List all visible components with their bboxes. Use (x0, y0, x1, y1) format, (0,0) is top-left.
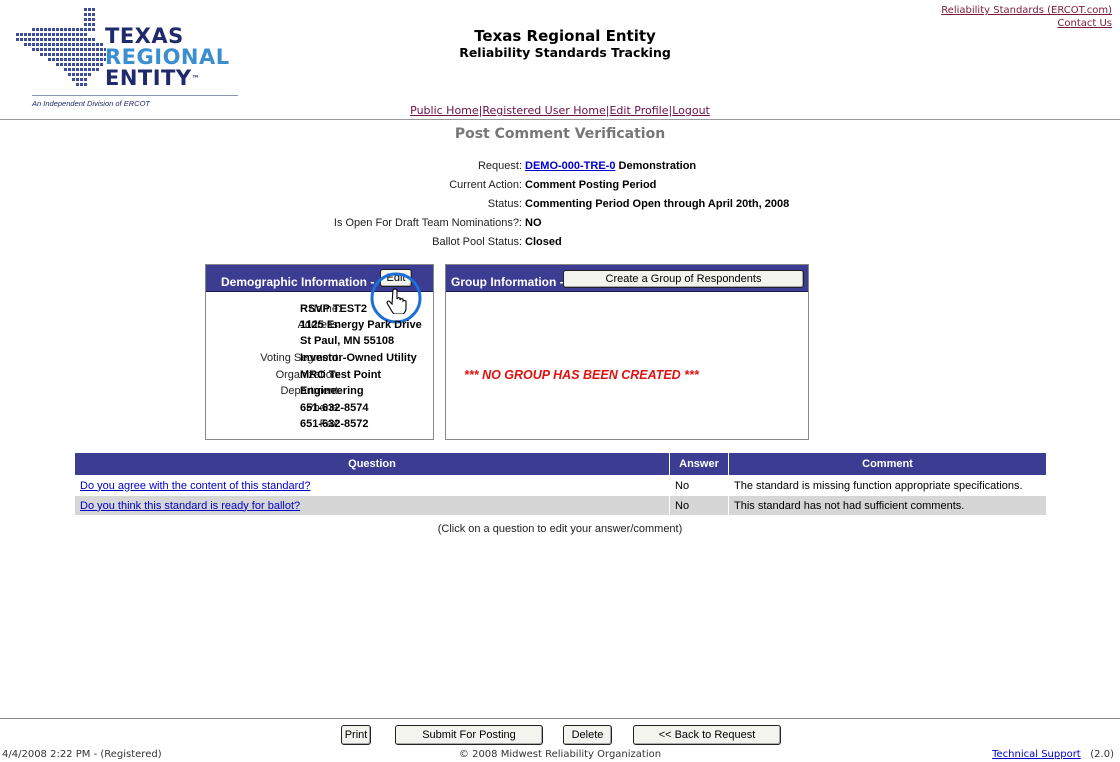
info-current-action: Current Action: Comment Posting Period (0, 178, 1120, 192)
question-cell: Do you agree with the content of this st… (74, 475, 670, 496)
footer-divider (0, 718, 1120, 719)
request-id-link[interactable]: DEMO-000-TRE-0 (525, 160, 615, 172)
logo-divider (32, 95, 238, 96)
logo-word-entity: ENTITY™ (105, 66, 201, 90)
table-hint: (Click on a question to edit your answer… (437, 523, 683, 535)
nav-edit-profile[interactable]: Edit Profile (609, 104, 668, 117)
info-value: NO (525, 217, 542, 229)
logo-word-texas: TEXAS (105, 24, 184, 48)
info-label: Is Open For Draft Team Nominations?: (333, 217, 522, 229)
demo-voting-segment: Voting Segment: Investor-Owned Utility (260, 352, 417, 364)
nav-logout[interactable]: Logout (672, 104, 710, 117)
question-link-2[interactable]: Do you think this standard is ready for … (80, 500, 300, 512)
nav-registered-user-home[interactable]: Registered User Home (482, 104, 605, 117)
demo-phone: Phone: 651-632-8574 (300, 402, 369, 414)
question-cell: Do you think this standard is ready for … (74, 495, 670, 516)
col-question: Question (74, 452, 670, 476)
col-answer: Answer (669, 452, 729, 476)
table-row: Do you think this standard is ready for … (74, 495, 1047, 516)
comment-cell: This standard has not had sufficient com… (728, 495, 1047, 516)
footer-copyright: © 2008 Midwest Reliability Organization (458, 749, 662, 760)
info-draft-team: Is Open For Draft Team Nominations?: NO (0, 216, 1120, 230)
demo-address-2: St Paul, MN 55108 (300, 335, 395, 347)
texas-re-logo: TEXAS REGIONAL ENTITY™ An Independent Di… (14, 6, 244, 114)
footer-right: Technical Support (2.0) (992, 749, 1114, 760)
group-title: Group Information - (451, 275, 564, 289)
header-divider (0, 119, 1120, 120)
demographic-panel: Demographic Information - Edit Name: RSVP… (205, 264, 434, 440)
info-label: Request: (477, 160, 522, 172)
back-to-request-button[interactable]: << Back to Request (633, 725, 781, 745)
info-request: Request: DEMO-000-TRE-0 Demonstration (0, 159, 1120, 173)
info-label: Status: (487, 198, 522, 210)
top-links: Reliability Standards (ERCOT.com) Contac… (941, 4, 1112, 30)
site-title: Texas Regional Entity Reliability Standa… (300, 28, 830, 61)
version-label: (2.0) (1090, 749, 1114, 760)
site-title-main: Texas Regional Entity (474, 27, 656, 45)
col-comment: Comment (728, 452, 1047, 476)
demo-name: Name: RSVP TEST2 (300, 303, 368, 315)
answer-cell: No (669, 495, 729, 516)
info-label: Ballot Pool Status: (432, 236, 522, 248)
table-row: Do you agree with the content of this st… (74, 475, 1047, 496)
demo-address: Address: 1125 Energy Park Drive (297, 319, 422, 331)
info-value: DEMO-000-TRE-0 Demonstration (525, 160, 697, 172)
comment-cell: The standard is missing function appropr… (728, 475, 1047, 496)
page-title: Post Comment Verification (454, 126, 666, 142)
technical-support-link[interactable]: Technical Support (992, 749, 1081, 760)
info-ballot-pool: Ballot Pool Status: Closed (0, 235, 1120, 249)
demo-organization: Organization: MRO Test Point (275, 369, 382, 381)
question-table: Question Answer Comment Do you agree wit… (74, 452, 1047, 516)
nav-public-home[interactable]: Public Home (410, 104, 479, 117)
table-header-row: Question Answer Comment (74, 452, 1047, 476)
main-nav: Public Home|Registered User Home|Edit Pr… (0, 104, 1120, 117)
delete-button[interactable]: Delete (563, 725, 612, 745)
info-value: Closed (525, 236, 562, 248)
create-group-button[interactable]: Create a Group of Respondents (563, 270, 804, 288)
logo-word-regional: REGIONAL (105, 45, 230, 69)
answer-cell: No (669, 475, 729, 496)
group-panel: Group Information - Create a Group of Re… (445, 264, 809, 440)
demographic-title: Demographic Information - (221, 275, 375, 289)
question-link-1[interactable]: Do you agree with the content of this st… (80, 480, 311, 492)
no-group-message: *** NO GROUP HAS BEEN CREATED *** (464, 368, 699, 382)
site-title-sub: Reliability Standards Tracking (459, 45, 671, 60)
reliability-standards-link[interactable]: Reliability Standards (ERCOT.com) (941, 5, 1112, 16)
demo-department: Department: Engineering (280, 385, 364, 397)
submit-for-posting-button[interactable]: Submit For Posting (395, 725, 543, 745)
print-button[interactable]: Print (341, 725, 371, 745)
demo-fax: Fax: 651-632-8572 (300, 418, 369, 430)
info-label: Current Action: (449, 179, 522, 191)
info-value: Comment Posting Period (525, 179, 657, 191)
info-value: Commenting Period Open through April 20t… (525, 198, 790, 210)
info-status: Status: Commenting Period Open through A… (0, 197, 1120, 211)
contact-us-link[interactable]: Contact Us (1057, 18, 1112, 29)
texas-map-dots-icon (16, 8, 106, 86)
